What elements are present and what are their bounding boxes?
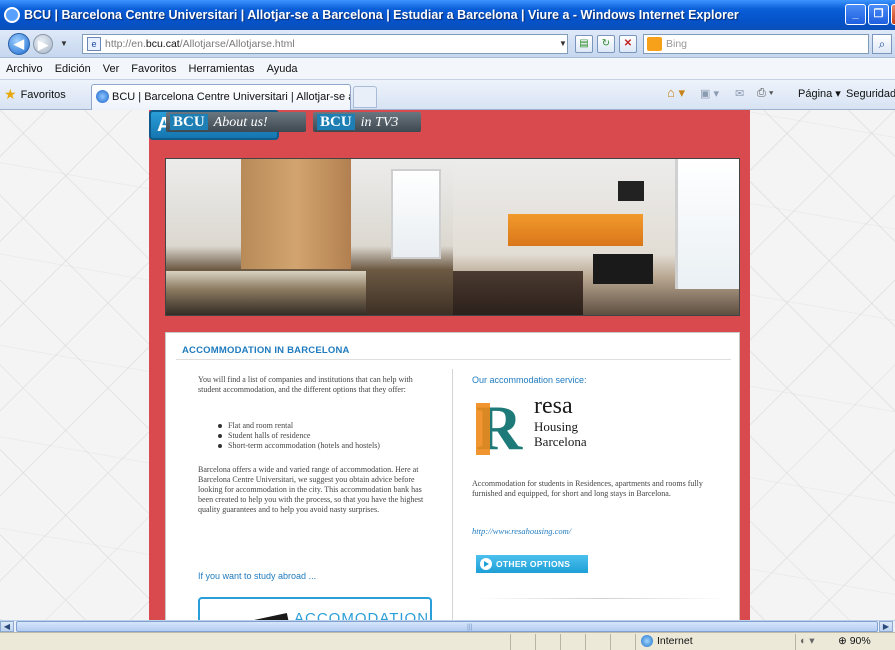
key-icon xyxy=(228,613,292,620)
favorites-bar: ★ Favoritos BCU | Barcelona Centre Unive… xyxy=(0,80,895,110)
menu-bar: Archivo Edición Ver Favoritos Herramient… xyxy=(0,58,895,80)
back-button[interactable]: ◀ xyxy=(8,33,30,55)
search-placeholder: Bing xyxy=(666,38,688,50)
site-page: BCUAbout us! BCUin TV3 AAGENDA ACCOMMODA xyxy=(149,110,750,620)
resa-line1: Housing xyxy=(534,419,579,434)
accommodation-photo xyxy=(165,158,740,316)
divider xyxy=(176,359,731,360)
browser-tab[interactable]: BCU | Barcelona Centre Universitari | Al… xyxy=(91,84,351,110)
play-icon xyxy=(480,558,492,570)
list-item: Short-term accommodation (hotels and hos… xyxy=(218,441,380,451)
about-us-button[interactable]: BCU About us! xyxy=(166,112,306,132)
security-zone: Internet xyxy=(641,635,693,647)
horizontal-scrollbar[interactable]: ◀ ||| ▶ xyxy=(0,620,895,632)
new-tab-button[interactable] xyxy=(353,86,377,108)
menu-favoritos[interactable]: Favoritos xyxy=(131,63,176,75)
resa-housing-link[interactable]: http://www.resahousing.com/ xyxy=(472,526,571,536)
living-room-photo xyxy=(453,159,739,315)
study-abroad-link[interactable]: If you want to study abroad ... xyxy=(198,571,316,581)
protected-mode-icon[interactable]: ◐ ▾ xyxy=(800,635,815,647)
tv3-text: in TV3 xyxy=(360,115,399,130)
refresh-icon[interactable]: ↻ xyxy=(597,35,615,53)
intro-text: You will find a list of companies and in… xyxy=(198,375,413,394)
ie-logo-icon xyxy=(4,7,20,23)
security-menu[interactable]: Seguridad ▾ xyxy=(846,87,895,100)
zone-label: Internet xyxy=(657,635,693,647)
stop-icon[interactable]: ✕ xyxy=(619,35,637,53)
scroll-right-icon[interactable]: ▶ xyxy=(879,621,893,632)
history-dropdown-icon[interactable]: ▼ xyxy=(60,39,68,48)
menu-herramientas[interactable]: Herramientas xyxy=(189,63,255,75)
bing-icon xyxy=(647,37,662,51)
list-item: Flat and room rental xyxy=(218,421,380,431)
accommodation-description: Barcelona offers a wide and varied range… xyxy=(198,465,424,514)
status-bar: Internet ◐ ▾ ⊕ 90% xyxy=(0,632,895,650)
page-menu[interactable]: Página ▾ xyxy=(798,87,841,100)
tab-title: BCU | Barcelona Centre Universitari | Al… xyxy=(112,91,350,103)
tv3-button[interactable]: BCU in TV3 xyxy=(313,112,421,132)
page-icon: e xyxy=(87,37,101,51)
feeds-icon[interactable]: ▣ ▾ xyxy=(700,87,719,100)
resa-line2: Barcelona xyxy=(534,434,587,449)
column-divider xyxy=(452,369,453,620)
resa-housing-logo[interactable]: R resa Housing Barcelona xyxy=(476,392,616,463)
resa-r-mark: R xyxy=(476,392,523,463)
window-title-bar: BCU | Barcelona Centre Universitari | Al… xyxy=(0,0,895,30)
other-options-button[interactable]: OTHER OPTIONS xyxy=(476,555,588,573)
compatibility-icon[interactable]: ▤ xyxy=(575,35,593,53)
about-mark: BCU xyxy=(170,114,208,130)
zoom-value: 90% xyxy=(849,635,871,647)
favorites-button[interactable]: ★ Favoritos xyxy=(4,86,66,103)
other-options-label: OTHER OPTIONS xyxy=(496,559,571,569)
menu-ayuda[interactable]: Ayuda xyxy=(267,63,298,75)
zoom-level[interactable]: ⊕ 90% xyxy=(838,635,871,647)
list-item: Student halls of residence xyxy=(218,431,380,441)
bedroom-photo xyxy=(166,159,453,315)
about-text: About us! xyxy=(213,115,268,130)
search-input[interactable]: Bing xyxy=(643,34,869,54)
close-button[interactable]: ✕ xyxy=(891,4,895,25)
star-icon: ★ xyxy=(4,86,17,102)
address-input[interactable]: e http://en.bcu.cat/Allotjarse/Allotjars… xyxy=(82,34,568,54)
favorites-label: Favoritos xyxy=(20,88,66,101)
resa-word: resa xyxy=(534,393,573,419)
tab-page-icon xyxy=(96,90,109,103)
page-viewport: BCUAbout us! BCUin TV3 AAGENDA ACCOMMODA xyxy=(0,110,895,620)
menu-ver[interactable]: Ver xyxy=(103,63,120,75)
resa-subtitle: Housing Barcelona xyxy=(534,419,587,449)
url-domain: bcu.cat xyxy=(145,38,180,50)
print-icon[interactable]: ⎙ ▾ xyxy=(757,87,773,100)
accommodation-banner[interactable]: ACCOMODATION xyxy=(198,597,432,620)
url-prefix: http://en. xyxy=(105,38,146,50)
search-icon[interactable]: ⌕ xyxy=(872,34,892,54)
address-dropdown-icon[interactable]: ▼ xyxy=(556,34,570,54)
scroll-thumb[interactable]: ||| xyxy=(16,621,878,632)
menu-edicion[interactable]: Edición xyxy=(55,63,91,75)
scroll-left-icon[interactable]: ◀ xyxy=(0,621,14,632)
accommodation-banner-text: ACCOMODATION xyxy=(294,610,430,620)
content-panel: ACCOMMODATION IN BARCELONA You will find… xyxy=(165,332,740,620)
url-path: /Allotjarse/Allotjarse.html xyxy=(179,38,295,50)
service-description: Accommodation for students in Residences… xyxy=(472,479,703,498)
maximize-button[interactable]: ❐ xyxy=(868,4,889,25)
mail-icon[interactable]: ✉ xyxy=(735,87,744,100)
globe-icon xyxy=(641,635,653,647)
minimize-button[interactable]: _ xyxy=(845,4,866,25)
forward-button[interactable]: ▶ xyxy=(33,34,53,54)
service-heading: Our accommodation service: xyxy=(472,375,587,385)
tv3-mark: BCU xyxy=(317,114,355,130)
home-icon[interactable]: ⌂ ▾ xyxy=(667,85,685,101)
accommodation-types-list: Flat and room rental Student halls of re… xyxy=(218,421,380,451)
section-title: ACCOMMODATION IN BARCELONA xyxy=(182,345,350,356)
menu-archivo[interactable]: Archivo xyxy=(6,63,43,75)
divider xyxy=(476,598,726,599)
window-title: BCU | Barcelona Centre Universitari | Al… xyxy=(24,8,739,22)
address-toolbar: ◀ ▶ ▼ e http://en.bcu.cat/Allotjarse/All… xyxy=(0,30,895,58)
